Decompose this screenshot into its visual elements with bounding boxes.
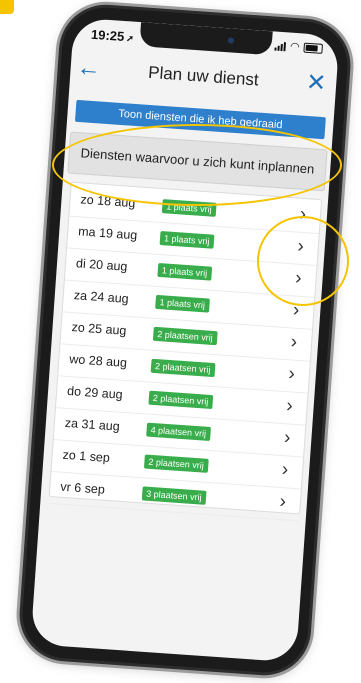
availability-badge: 2 plaatsen vrij [152,326,218,346]
camera-dot [227,37,235,44]
chevron-right-icon[interactable]: › [281,459,289,481]
shift-date: za 24 aug [73,288,130,306]
availability-badge: 2 plaatsen vrij [150,358,215,378]
availability-badge: 1 plaats vrij [161,199,217,217]
shift-date: zo 25 aug [71,320,127,338]
chevron-right-icon[interactable]: › [288,363,296,385]
location-icon: ➚ [125,33,135,44]
availability-badge: 1 plaats vrij [157,262,212,281]
chevron-right-icon[interactable]: › [297,236,305,258]
shift-date: za 31 aug [64,415,121,434]
battery-icon [303,42,323,54]
chevron-right-icon[interactable]: › [299,204,307,226]
shift-date: wo 28 aug [68,351,128,370]
notch [139,22,273,56]
chevron-right-icon[interactable]: › [283,427,291,449]
availability-badge: 1 plaats vrij [159,231,214,249]
shift-date: do 29 aug [66,383,124,402]
signal-icon [274,41,287,51]
page-title: Plan uw dienst [147,62,260,90]
close-icon[interactable]: ✕ [305,68,327,98]
chevron-right-icon[interactable]: › [290,331,298,353]
section-header: Diensten waarvoor u zich kunt inplannen [67,131,328,192]
show-past-shifts-button[interactable]: Toon diensten die ik heb gedraaid [74,99,326,140]
shift-date: vr 6 sep [59,479,106,497]
availability-badge: 1 plaats vrij [155,294,210,313]
chevron-right-icon[interactable]: › [279,491,287,513]
app-screen: 19:25➚ ◠ ← Plan uw dienst ✕ Toon dienste… [30,17,340,663]
chevron-right-icon[interactable]: › [294,268,303,290]
availability-badge: 3 plaatsen vrij [141,486,207,505]
shift-date: zo 18 aug [80,192,136,211]
availability-badge: 2 plaatsen vrij [143,454,209,473]
header: ← Plan uw dienst ✕ [69,51,337,105]
status-icons: ◠ [274,40,323,54]
shift-list: zo 18 aug 1 plaats vrij › ma 19 aug 1 plaats… [48,181,323,522]
status-time-text: 19:25 [90,26,125,45]
chevron-right-icon[interactable]: › [292,299,300,321]
shift-date: zo 1 sep [62,447,111,466]
phone-frame: 19:25➚ ◠ ← Plan uw dienst ✕ Toon dienste… [19,4,351,676]
phone-mockup: 19:25➚ ◠ ← Plan uw dienst ✕ Toon dienste… [0,0,361,683]
chevron-right-icon[interactable]: › [286,395,294,417]
availability-badge: 4 plaatsen vrij [146,422,211,441]
status-time: 19:25➚ [91,27,135,45]
shift-date: di 20 aug [75,256,128,274]
wifi-icon: ◠ [289,40,301,53]
shift-date: ma 19 aug [77,224,138,243]
availability-badge: 2 plaatsen vrij [148,390,213,410]
